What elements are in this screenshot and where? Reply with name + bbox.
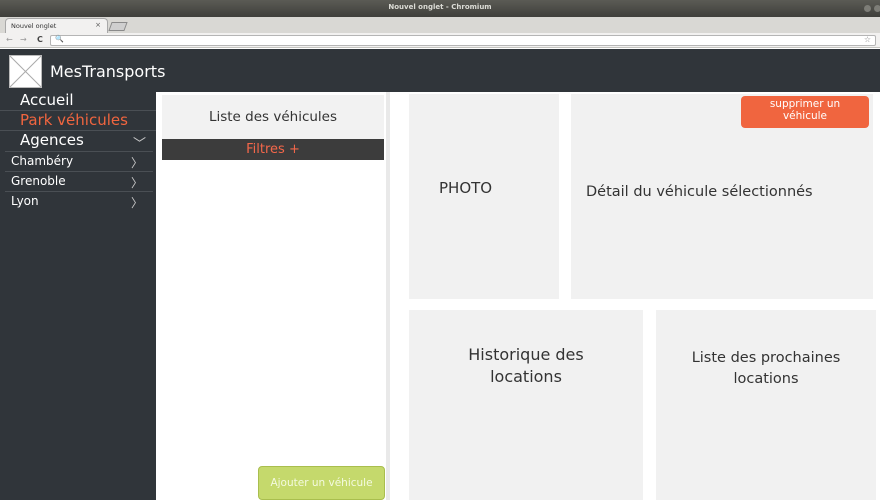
vehicle-list-header: Liste des véhicules <box>162 95 384 139</box>
browser-tab[interactable]: Nouvel onglet × <box>5 18 108 33</box>
filters-label: Filtres + <box>246 142 300 157</box>
bookmark-star-icon[interactable]: ☆ <box>864 35 871 44</box>
sidebar-item-label: Lyon <box>11 194 39 208</box>
chevron-right-icon: 〉 <box>130 196 143 210</box>
reload-icon[interactable]: C <box>37 35 43 45</box>
sidebar: Accueil Park véhicules Agences ﹀ Chambér… <box>0 91 156 500</box>
sidebar-item-park-vehicules[interactable]: Park véhicules <box>0 110 156 130</box>
sidebar-item-accueil[interactable]: Accueil <box>0 91 156 110</box>
upcoming-rentals-label: Liste des prochaines locations <box>691 350 841 387</box>
photo-label: PHOTO <box>439 179 493 197</box>
chevron-right-icon: 〉 <box>130 176 143 190</box>
tab-strip <box>0 17 880 33</box>
filters-toggle[interactable]: Filtres + <box>162 139 384 160</box>
rental-history-label: Historique des locations <box>468 345 584 386</box>
vehicle-photo-panel: PHOTO <box>409 94 559 299</box>
sidebar-item-label: Agences <box>20 131 84 149</box>
sidebar-item-grenoble[interactable]: Grenoble 〉 <box>5 171 153 190</box>
browser-toolbar: ← → C 🔍 ☆ <box>0 33 880 48</box>
add-vehicle-button[interactable]: Ajouter un véhicule <box>258 466 385 500</box>
window-close-button[interactable] <box>874 5 880 12</box>
window-title: Nouvel onglet - Chromium <box>388 3 492 11</box>
tab-title: Nouvel onglet <box>11 22 57 30</box>
chevron-right-icon: 〉 <box>130 156 143 170</box>
sidebar-item-lyon[interactable]: Lyon 〉 <box>5 191 153 210</box>
close-icon[interactable]: × <box>95 21 101 29</box>
delete-vehicle-button[interactable]: supprimer un véhicule <box>741 96 869 128</box>
sidebar-item-label: Chambéry <box>11 154 74 168</box>
logo-placeholder-icon <box>9 55 42 88</box>
sidebar-item-label: Grenoble <box>11 174 66 188</box>
vehicle-detail-label: Détail du véhicule sélectionnés <box>586 184 813 200</box>
brand-name: MesTransports <box>50 62 166 81</box>
rental-history-panel: Historique des locations <box>409 310 643 500</box>
address-bar[interactable]: 🔍 ☆ <box>50 35 876 46</box>
back-icon[interactable]: ← <box>6 35 13 45</box>
sidebar-item-label: Park véhicules <box>20 111 128 129</box>
sidebar-item-chambery[interactable]: Chambéry 〉 <box>5 151 153 170</box>
sidebar-item-agences[interactable]: Agences ﹀ <box>0 130 156 152</box>
app-header: MesTransports <box>0 49 880 92</box>
forward-icon[interactable]: → <box>20 35 27 45</box>
delete-vehicle-label: supprimer un véhicule <box>769 98 841 122</box>
vehicle-list-title: Liste des véhicules <box>208 109 338 125</box>
window-minimize-button[interactable] <box>864 5 871 12</box>
upcoming-rentals-panel: Liste des prochaines locations <box>656 310 876 500</box>
add-vehicle-label: Ajouter un véhicule <box>270 477 373 489</box>
new-tab-button[interactable] <box>108 22 128 31</box>
sidebar-item-label: Accueil <box>20 91 74 109</box>
chevron-down-icon: ﹀ <box>132 137 146 152</box>
window-titlebar: Nouvel onglet - Chromium <box>0 0 880 17</box>
search-icon: 🔍 <box>55 35 64 43</box>
vehicle-list-panel: Liste des véhicules Filtres + Ajouter un… <box>156 92 390 500</box>
